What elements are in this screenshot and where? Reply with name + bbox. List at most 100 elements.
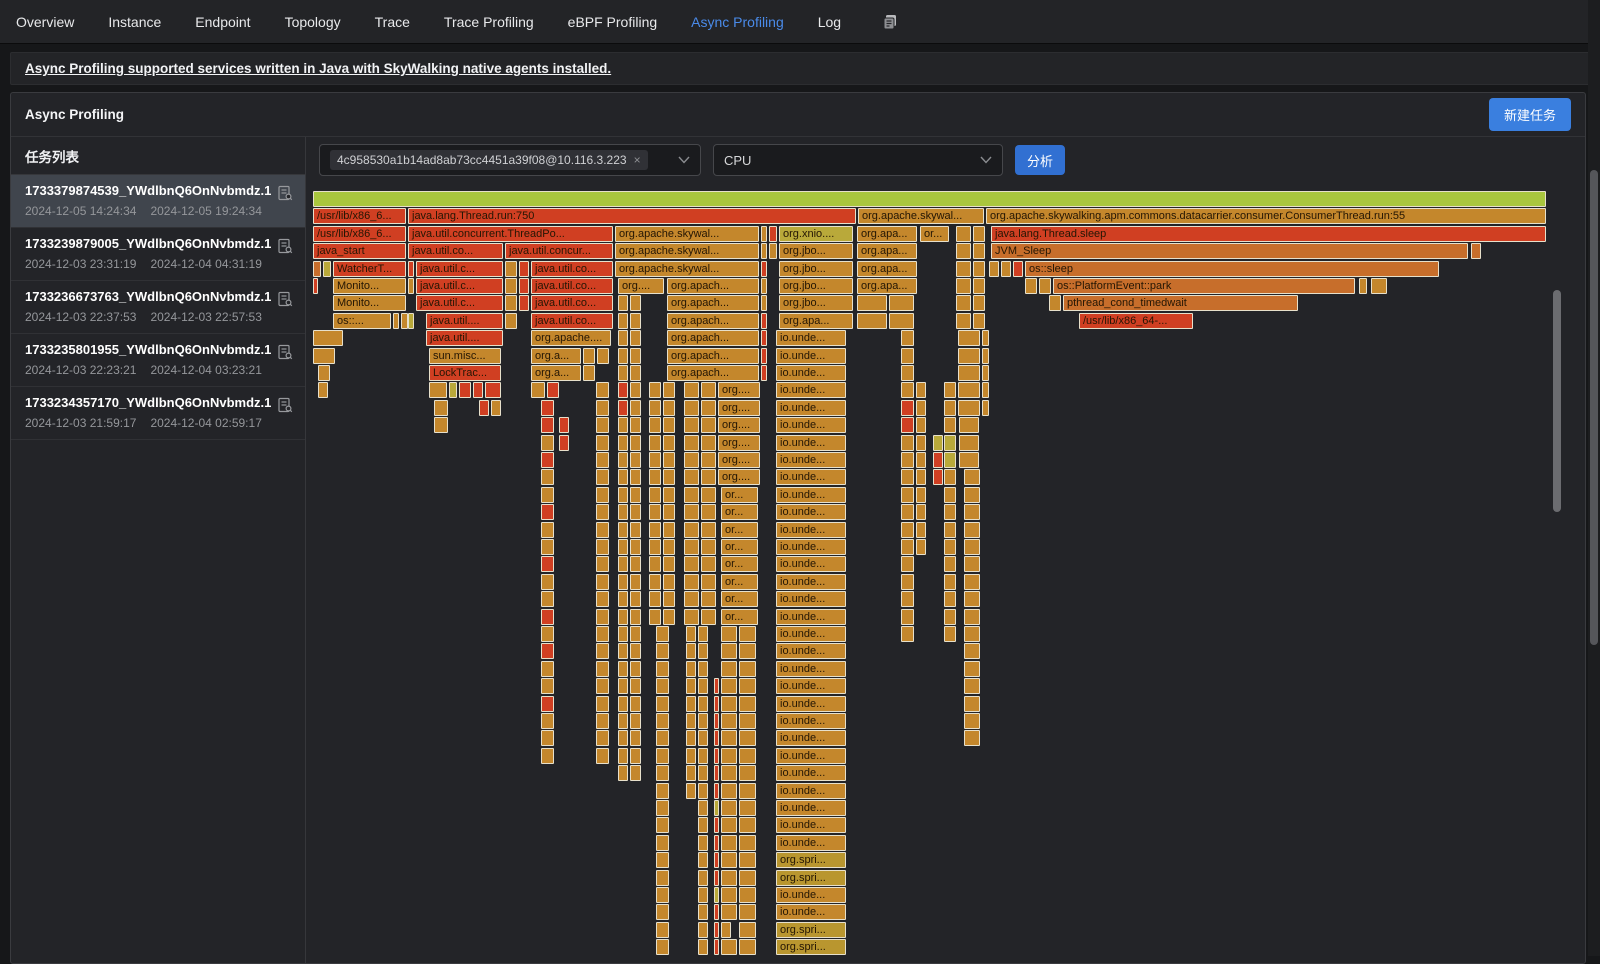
flame-cell[interactable] — [656, 870, 669, 886]
flame-cell[interactable] — [739, 922, 756, 938]
flame-cell[interactable] — [313, 330, 343, 346]
flame-cell[interactable] — [714, 765, 719, 781]
flame-cell[interactable] — [714, 922, 719, 938]
flame-cell[interactable] — [956, 278, 971, 294]
flame-cell[interactable] — [663, 574, 675, 590]
flame-cell[interactable] — [956, 313, 971, 329]
flame-cell[interactable] — [663, 417, 675, 433]
flame-cell[interactable] — [630, 365, 641, 381]
flame-cell[interactable]: org.apach... — [667, 278, 759, 294]
flame-cell[interactable] — [519, 261, 529, 277]
flame-cell[interactable] — [739, 904, 756, 920]
flame-cell[interactable] — [618, 765, 628, 781]
flame-cell[interactable] — [596, 661, 609, 677]
flame-cell[interactable]: java.util.c... — [416, 278, 503, 294]
flame-cell[interactable]: io.unde... — [776, 556, 846, 572]
flame-cell[interactable] — [630, 609, 641, 625]
flame-cell[interactable] — [618, 348, 628, 364]
flame-cell[interactable] — [958, 348, 980, 364]
flame-cell[interactable] — [686, 783, 696, 799]
flame-cell[interactable]: org.apa... — [779, 313, 853, 329]
flame-cell[interactable] — [630, 382, 641, 398]
flame-cell[interactable] — [656, 626, 669, 642]
flame-cell[interactable] — [618, 713, 628, 729]
flame-cell[interactable] — [618, 417, 628, 433]
flame-cell[interactable] — [701, 539, 716, 555]
flame-cell[interactable] — [630, 435, 641, 451]
flame-cell[interactable] — [698, 887, 708, 903]
flame-cell[interactable] — [618, 556, 628, 572]
flame-cell[interactable] — [739, 765, 756, 781]
flame-cell[interactable]: io.unde... — [776, 904, 846, 920]
flame-cell[interactable] — [698, 817, 708, 833]
flame-cell[interactable] — [769, 243, 777, 259]
flame-cell[interactable] — [596, 400, 609, 416]
flame-cell[interactable] — [901, 452, 914, 468]
flame-cell[interactable] — [618, 365, 628, 381]
flame-cell[interactable] — [964, 487, 980, 503]
flame-cell[interactable] — [721, 939, 737, 955]
flame-cell[interactable] — [698, 748, 708, 764]
flame-cell[interactable] — [933, 469, 943, 485]
flame-cell[interactable]: /usr/lib/x86_6... — [313, 226, 406, 242]
flame-cell[interactable] — [916, 400, 926, 416]
flame-cell[interactable] — [663, 591, 675, 607]
flame-cell[interactable] — [541, 504, 554, 520]
nav-item-overview[interactable]: Overview — [16, 14, 74, 30]
flame-cell[interactable] — [714, 730, 719, 746]
flame-cell[interactable] — [541, 626, 554, 642]
flame-cell[interactable] — [630, 574, 641, 590]
flame-cell[interactable] — [541, 609, 554, 625]
flame-cell[interactable] — [649, 469, 661, 485]
flame-cell[interactable]: org.apache.skywal... — [858, 208, 984, 224]
flame-cell[interactable] — [663, 452, 675, 468]
flame-cell[interactable] — [973, 313, 985, 329]
flame-cell[interactable] — [684, 522, 699, 538]
flame-cell[interactable] — [541, 452, 554, 468]
flame-cell[interactable]: or... — [721, 522, 758, 538]
flame-cell[interactable] — [663, 609, 675, 625]
flame-cell[interactable] — [721, 783, 737, 799]
task-list-item[interactable]: 1733235801955_YWdlbnQ6OnNvbmdz.12024-12-… — [11, 334, 305, 387]
flame-cell[interactable] — [701, 504, 716, 520]
flame-cell[interactable]: io.unde... — [776, 817, 846, 833]
flame-cell[interactable] — [933, 452, 943, 468]
task-list-item[interactable]: 1733236673763_YWdlbnQ6OnNvbmdz.12024-12-… — [11, 281, 305, 334]
flame-cell[interactable] — [721, 713, 737, 729]
flame-cell[interactable] — [698, 939, 708, 955]
flame-cell[interactable]: io.unde... — [776, 539, 846, 555]
flame-cell[interactable] — [618, 330, 628, 346]
flame-cell[interactable] — [618, 661, 628, 677]
flame-cell[interactable] — [721, 643, 737, 659]
flame-cell[interactable] — [596, 522, 609, 538]
flame-cell[interactable]: io.unde... — [776, 626, 846, 642]
flame-cell[interactable] — [982, 348, 989, 364]
flame-cell[interactable] — [596, 730, 609, 746]
flame-cell[interactable] — [559, 435, 569, 451]
flame-cell[interactable]: LockTrac... — [429, 365, 501, 381]
flame-cell[interactable] — [684, 452, 699, 468]
task-detail-icon[interactable] — [277, 344, 293, 360]
flame-cell[interactable]: org.jbo... — [779, 278, 853, 294]
flame-cell[interactable] — [663, 400, 675, 416]
profile-type-select[interactable]: CPU — [713, 144, 1003, 176]
flame-cell[interactable] — [684, 382, 699, 398]
flame-graph[interactable]: /usr/lib/x86_6...java.lang.Thread.run:75… — [313, 191, 1549, 957]
nav-item-ebpf-profiling[interactable]: eBPF Profiling — [568, 14, 657, 30]
flame-cell[interactable] — [541, 522, 554, 538]
task-detail-icon[interactable] — [277, 185, 293, 201]
flame-cell[interactable]: org.a... — [531, 348, 581, 364]
flame-cell[interactable]: java.util.c... — [416, 295, 503, 311]
flame-cell[interactable] — [964, 730, 980, 746]
flame-cell[interactable]: Monito... — [333, 278, 406, 294]
flame-cell[interactable] — [964, 574, 980, 590]
flame-cell[interactable] — [618, 748, 628, 764]
flame-cell[interactable] — [596, 556, 609, 572]
flame-cell[interactable] — [964, 713, 980, 729]
nav-item-async-profiling[interactable]: Async Profiling — [691, 14, 784, 30]
flame-cell[interactable] — [656, 887, 669, 903]
flame-cell[interactable] — [541, 539, 554, 555]
flame-cell[interactable] — [698, 922, 708, 938]
flame-cell[interactable] — [714, 887, 719, 903]
flame-cell[interactable] — [630, 713, 641, 729]
